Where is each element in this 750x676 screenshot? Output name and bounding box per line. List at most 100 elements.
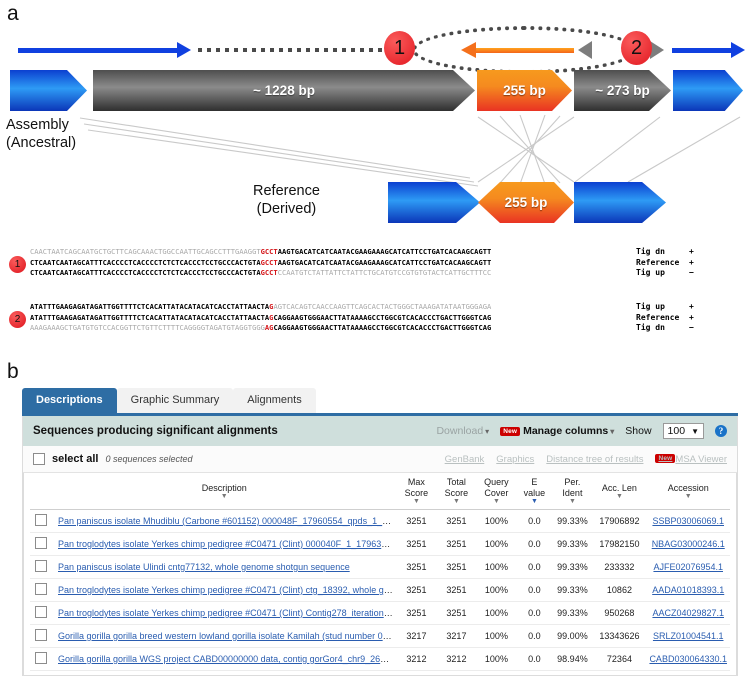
per-ident-cell: 99.00% [552, 624, 593, 648]
e-value-cell: 0.0 [516, 647, 553, 671]
accession-cell: NBAG03000246.1 [646, 532, 730, 556]
graphics-link[interactable]: Graphics [496, 454, 534, 465]
genbank-link[interactable]: GenBank [445, 454, 485, 465]
sequence-segment: GCCT [260, 247, 278, 256]
sequence-segment: GCCT [260, 268, 278, 278]
column-header-text: Total [446, 477, 466, 487]
max-score-cell: 3217 [396, 624, 437, 648]
row-checkbox[interactable] [35, 583, 47, 595]
show-count-select[interactable]: 100 ▼ [662, 423, 704, 439]
description-link[interactable]: Pan troglodytes isolate Yerkes chimp ped… [58, 539, 396, 549]
tab-descriptions[interactable]: Descriptions [22, 388, 117, 413]
sort-arrow-icon[interactable]: ▼ [595, 493, 643, 500]
sequence-segment: CAACTAATCAGCAATGCTGCTTCAGCAAACTGGCCAATTG… [30, 247, 261, 256]
row-checkbox[interactable] [35, 629, 47, 641]
e-value-cell: 0.0 [516, 555, 553, 579]
accession-link[interactable]: CABD030064330.1 [649, 654, 727, 664]
column-header-checkbox [30, 473, 52, 510]
chevron-down-icon: ▾ [485, 427, 490, 436]
column-header-text: Accession [667, 482, 709, 493]
row-checkbox[interactable] [35, 652, 47, 664]
accession-link[interactable]: NBAG03000246.1 [652, 539, 725, 549]
sort-arrow-icon[interactable]: ▼ [55, 493, 393, 500]
max-score-cell: 3251 [396, 509, 437, 533]
accession-link[interactable]: SRLZ01004541.1 [653, 631, 724, 641]
query-cover-cell: 100% [476, 555, 517, 579]
sequence-segment: ATATTTGAAGAGATAGATTGGTTTTCTCACATTATACATA… [30, 312, 270, 322]
max-score-cell: 3251 [396, 601, 437, 625]
description-link[interactable]: Pan troglodytes isolate Yerkes chimp ped… [58, 608, 396, 618]
row-checkbox[interactable] [35, 514, 47, 526]
accession-link[interactable]: AADA01018393.1 [652, 585, 724, 595]
row-checkbox[interactable] [35, 537, 47, 549]
manage-columns-button[interactable]: New Manage columns ▾ [500, 425, 614, 437]
accession-cell: AACZ04029827.1 [646, 601, 730, 625]
tab-graphic-summary[interactable]: Graphic Summary [116, 388, 234, 413]
column-header-total-score[interactable]: Total Score ▼ [436, 473, 477, 510]
reference-flank-left [388, 182, 480, 223]
download-label: Download [436, 425, 484, 437]
column-header-text: Per. [564, 477, 581, 487]
sequence-segment: CTCAATCAATAGCATTTCACCCCTCACCCCTCTCTCACCC… [30, 268, 261, 278]
alignment-label-tig-dn: Tig dn − [636, 323, 694, 333]
assembly-label-line2: (Ancestral) [6, 135, 77, 152]
accession-link[interactable]: AACZ04029827.1 [652, 608, 724, 618]
msa-viewer-link[interactable]: New MSA Viewer [655, 454, 727, 465]
accession-link[interactable]: SSBP03006069.1 [652, 516, 724, 526]
column-header-text: Max [407, 477, 425, 487]
e-value-cell: 0.0 [516, 509, 553, 533]
distance-tree-link[interactable]: Distance tree of results [546, 454, 643, 465]
sort-arrow-icon[interactable]: ▼ [399, 498, 433, 505]
sort-arrow-icon[interactable]: ▼ [479, 498, 513, 505]
row-checkbox-cell [30, 555, 52, 579]
tab-alignments[interactable]: Alignments [233, 388, 316, 413]
column-header-max-score[interactable]: Max Score ▼ [396, 473, 437, 510]
new-badge-manage-columns: New [500, 426, 521, 436]
column-header-e-value[interactable]: Evalue ▼ [516, 473, 553, 510]
description-link[interactable]: Gorilla gorilla gorilla breed western lo… [58, 631, 396, 641]
select-all-checkbox[interactable] [33, 453, 45, 465]
column-header-query-cover[interactable]: Query Cover ▼ [476, 473, 517, 510]
help-icon[interactable]: ? [715, 425, 727, 437]
sort-arrow-icon[interactable]: ▼ [519, 498, 549, 505]
description-link[interactable]: Pan paniscus isolate Mhudiblu (Carbone #… [58, 516, 396, 526]
description-link[interactable]: Pan paniscus isolate Ulindi cntg77132, w… [58, 562, 350, 572]
description-cell: Pan paniscus isolate Mhudiblu (Carbone #… [52, 509, 397, 533]
table-body: Pan paniscus isolate Mhudiblu (Carbone #… [30, 509, 730, 671]
alignment-block-1: CAACTAATCAGCAATGCTGCTTCAGCAAACTGGCCAATTG… [30, 247, 491, 279]
table-row: Gorilla gorilla gorilla breed western lo… [30, 624, 730, 648]
alignment-label-tig-up: Tig up − [636, 268, 694, 278]
sort-arrow-icon[interactable]: ▼ [555, 498, 589, 505]
select-all-label: select all [52, 453, 99, 465]
sequence-segment: CCAATGTCTATTATTCTATTCTGCATGTCCGTGTGTACTC… [277, 268, 492, 278]
max-score-cell: 3212 [396, 647, 437, 671]
download-button[interactable]: Download ▾ [436, 425, 489, 437]
acc-len-cell: 950268 [592, 601, 647, 625]
acc-len-cell: 17982150 [592, 532, 647, 556]
alignment-labels-1: Tig dn + Reference + Tig up − [636, 247, 694, 279]
per-ident-cell: 99.33% [552, 601, 593, 625]
row-checkbox[interactable] [35, 560, 47, 572]
alignment-badge-2: 2 [9, 311, 26, 328]
accession-link[interactable]: AJFE02076954.1 [653, 562, 723, 572]
query-cover-cell: 100% [476, 624, 517, 648]
per-ident-cell: 98.94% [552, 647, 593, 671]
column-header-text: Query [484, 477, 509, 487]
column-header-acc-len[interactable]: Acc. Len ▼ [592, 473, 647, 510]
sort-arrow-icon[interactable]: ▼ [439, 498, 473, 505]
column-header-description[interactable]: Description ▼ [52, 473, 397, 510]
results-title: Sequences producing significant alignmen… [33, 425, 278, 437]
description-cell: Pan paniscus isolate Ulindi cntg77132, w… [52, 555, 397, 579]
sort-arrow-icon[interactable]: ▼ [649, 493, 727, 500]
acc-len-cell: 72364 [592, 647, 647, 671]
row-checkbox[interactable] [35, 606, 47, 618]
description-link[interactable]: Gorilla gorilla gorilla WGS project CABD… [58, 654, 396, 664]
tab-bar[interactable]: Descriptions Graphic Summary Alignments [22, 388, 738, 413]
description-link[interactable]: Pan troglodytes isolate Yerkes chimp ped… [58, 585, 396, 595]
column-header-accession[interactable]: Accession ▼ [646, 473, 730, 510]
row-checkbox-cell [30, 624, 52, 648]
description-cell: Pan troglodytes isolate Yerkes chimp ped… [52, 601, 397, 625]
query-cover-cell: 100% [476, 509, 517, 533]
description-cell: Gorilla gorilla gorilla WGS project CABD… [52, 647, 397, 671]
column-header-per-ident[interactable]: Per. Ident ▼ [552, 473, 593, 510]
